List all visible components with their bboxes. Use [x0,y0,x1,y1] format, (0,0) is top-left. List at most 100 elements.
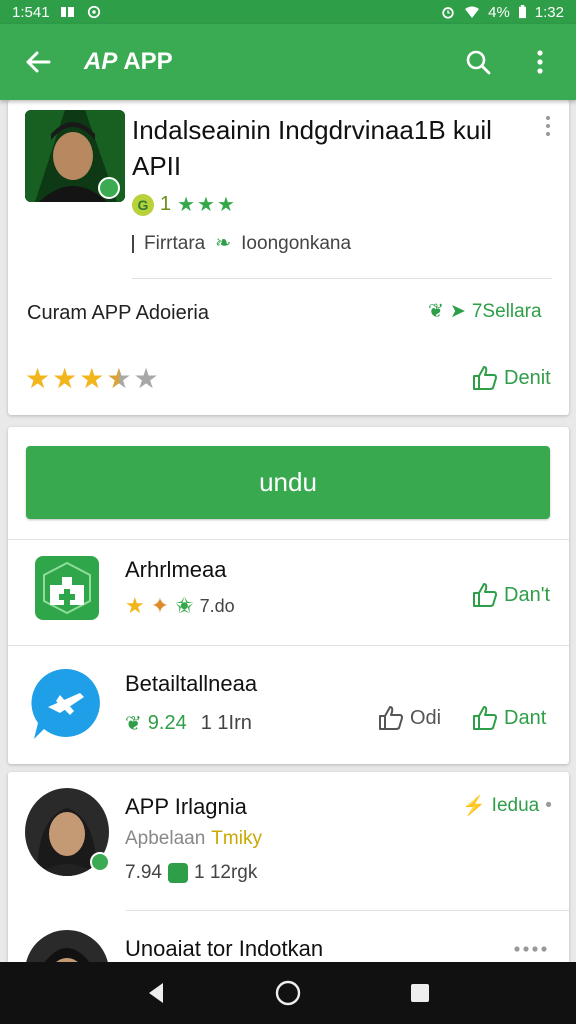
like-label: Denit [504,366,551,389]
divider [132,278,552,279]
star-outline-icon: ✬ [175,593,194,618]
more-horizontal-icon[interactable] [513,940,549,958]
wifi-icon [465,6,480,18]
related-app-meta: ★ ✦ ✬ 7.do [125,593,235,619]
app-tag[interactable]: ❦ ➤ 7Sellara [428,300,542,323]
thumbs-up-icon [473,366,497,390]
app-logo: AP [84,48,118,75]
more-vertical-icon [537,50,543,74]
related-card: undu Arhrlmeaa ★ ✦ ✬ 7.do Dan't Betailta… [8,427,569,764]
like-label: Dant [504,706,547,729]
like-button[interactable]: Dant [472,705,546,731]
reviewer-meta-text: 1 12rgk [193,862,258,883]
leaf-icon: ❦ [125,713,142,735]
divider [126,910,569,911]
circle-home-icon [275,980,301,1006]
thumbs-up-icon [379,706,403,730]
star-icon: ★ [79,363,107,394]
reviewer-name[interactable]: APP Irlagnia [125,794,247,820]
leaf-icon: ❦ [428,301,444,322]
developer-name[interactable]: Firrtara [144,233,205,255]
leaf-icon: ❧ [215,233,232,254]
app-detail-card: Indalseainin Indgdrvinaa1B kuil APII G 1… [8,100,569,415]
nav-home-button[interactable] [268,973,308,1013]
divider [8,645,569,646]
related-app-meta-text: 7.do [199,595,235,616]
related-app-icon[interactable] [30,667,100,739]
star-icon: ★ [25,363,53,394]
status-clock: 1:32 [534,3,564,21]
navigation-bar [0,962,576,1024]
dot-icon: • [545,795,552,816]
more-vertical-icon [546,116,550,136]
related-app-meta: ❦ 9.24 1 1Irn [125,711,252,736]
divider-bar [132,234,134,253]
thumbs-up-icon [473,706,497,730]
app-tag-text: 7Sellara [471,300,542,322]
reviews-card: APP Irlagnia Apbelaan Tmiky 7.94 1 12rgk… [8,772,569,1014]
reviewer-sub-highlight: Tmiky [211,828,262,849]
like-button[interactable]: Denit [472,365,551,391]
battery-icon [518,5,526,19]
app-small-icon [167,863,188,883]
star-half-icon: ✦ [150,593,170,618]
star-icon: ★ [52,363,80,394]
battery-percent: 4% [488,3,510,21]
app-title: Indalseainin Indgdrvinaa1B kuil APII [132,115,492,181]
send-icon: ➤ [449,301,466,322]
badge-stars: ★★★ [177,194,237,216]
badge-g-icon: G [132,193,154,216]
divider [8,539,569,540]
app-rating: ★★★★★ [25,362,161,395]
plane-app-icon [31,668,100,739]
arrow-left-icon [26,51,51,73]
reviewer-tag[interactable]: ⚡ Iedua • [462,794,552,818]
like-button[interactable]: Dan't [472,582,550,608]
app-icon-portrait [25,110,125,202]
app-bar: AP APP [0,24,576,100]
related-app-size: 1 1Irn [200,712,252,734]
hospital-app-icon [35,556,99,620]
back-button[interactable] [14,38,62,86]
nav-back-button[interactable] [136,973,176,1013]
thumbs-up-icon [473,583,497,607]
search-button[interactable] [456,40,500,84]
nav-recents-button[interactable] [400,973,440,1013]
install-button[interactable]: undu [26,446,550,519]
star-icon: ★ [125,593,145,618]
reviewer-sub: Apbelaan Tmiky [125,828,262,850]
notification-icon [60,7,74,17]
square-recents-icon [411,984,429,1002]
online-badge [90,852,110,872]
lightning-icon: ⚡ [462,796,486,817]
related-app-icon[interactable] [34,555,104,625]
overflow-menu-button[interactable] [518,40,562,84]
reviewer-name[interactable]: Unoaiat tor Indotkan [125,936,323,962]
app-icon[interactable] [25,110,125,202]
share-button[interactable]: Odi [378,705,441,731]
like-label: Dan't [504,583,551,606]
share-label: Odi [410,706,442,729]
search-icon [466,50,491,75]
related-app-title[interactable]: Betailtallneaa [125,671,257,697]
app-more-button[interactable] [538,114,558,138]
app-bar-title: AP APP [84,48,173,76]
reviewer-meta: 7.94 1 12rgk [125,862,257,884]
reviewer-sub-text: Apbelaan [125,828,206,849]
star-empty-icon: ★ [133,363,161,394]
triangle-back-icon [149,983,163,1003]
app-subtitle: Curam APP Adoieria [27,302,209,324]
status-bar: 1:541 4% 1:32 [0,0,576,24]
developer-alt[interactable]: Ioongonkana [241,233,351,255]
reviewer-tag-text: Iedua [491,795,540,816]
star-half-icon: ★ [106,363,134,394]
developer-row: Firrtara ❧ Ioongonkana [132,232,351,255]
related-app-price: 9.24 [147,712,187,734]
reviewer-score: 7.94 [125,862,162,883]
app-badge-row: G 1 ★★★ [132,192,237,217]
related-app-title[interactable]: Arhrlmeaa [125,557,226,583]
sync-icon [87,5,100,19]
badge-count: 1 [160,193,172,215]
app-bar-title-text: APP [123,48,173,75]
alarm-icon [442,7,454,19]
